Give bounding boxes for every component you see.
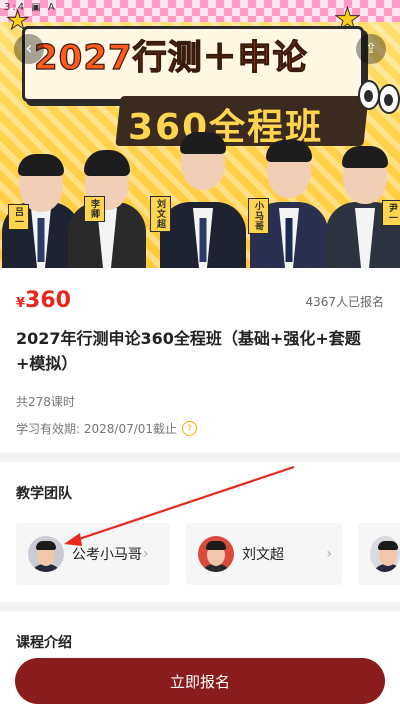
teacher-card[interactable]: 公考小马哥 › [16,523,170,585]
course-banner: 3:4 ▣ A ★ ★ 2027行测＋申论 360全程班 ‹ ⇪ 吕一 李卿 刘… [0,0,400,268]
share-icon: ⇪ [365,41,377,57]
teacher-name: 刘文超 [242,547,284,563]
validity-row: 学习有效期: 2028/07/01截止 ? [16,420,198,437]
teacher-name-tag: 尹一 [382,200,400,226]
share-button[interactable]: ⇪ [356,34,386,64]
course-info-card: ¥360 4367人已报名 2027年行测申论360全程班（基础+强化+套题+模… [0,268,400,452]
banner-title-line1: 2027行测＋申论 [33,37,308,78]
avatar [198,536,234,572]
teacher-card[interactable]: 刘文超 › [186,523,342,585]
teaching-team-section: 教学团队 公考小马哥 › 刘文超 › [0,462,400,602]
banner-teacher-2 [68,146,146,268]
lesson-count: 共278课时 [16,395,75,409]
googly-eye-icon [358,80,380,110]
section-title-team: 教学团队 [16,486,72,502]
enrolled-count: 4367人已报名 [305,295,384,309]
chevron-right-icon: › [143,546,149,562]
course-title: 2027年行测申论360全程班（基础+强化+套题+模拟） [16,329,361,373]
back-button[interactable]: ‹ [14,34,44,64]
price: ¥360 [16,288,71,313]
validity-text: 学习有效期: 2028/07/01截止 [16,422,178,436]
section-title-intro: 课程介绍 [16,635,72,651]
banner-teacher-3 [160,130,246,268]
teacher-name-tag: 吕一 [8,204,29,230]
help-icon[interactable]: ? [182,421,198,436]
enroll-now-button[interactable]: 立即报名 [15,658,385,704]
avatar [28,536,64,572]
teacher-card-partial[interactable] [358,523,400,585]
chevron-right-icon: › [326,546,332,562]
price-currency: ¥ [16,296,26,311]
teacher-name-tag: 小马哥 [248,198,269,234]
chevron-left-icon: ‹ [25,38,33,59]
teacher-name: 公考小马哥 [72,547,142,563]
googly-eye-icon [378,84,400,114]
price-value: 360 [25,288,71,313]
teacher-name-tag: 刘文超 [150,196,171,232]
avatar [370,536,400,572]
teacher-name-tag: 李卿 [84,196,105,222]
